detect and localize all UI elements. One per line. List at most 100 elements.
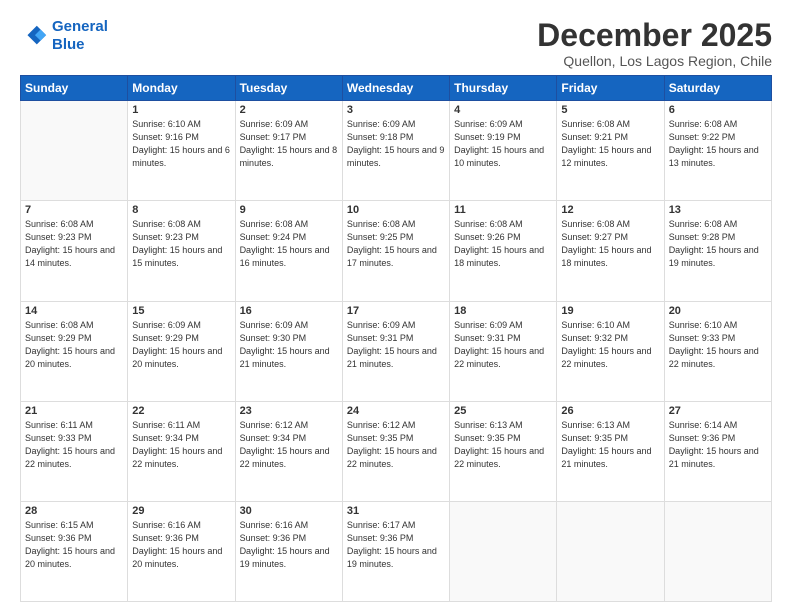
header: General Blue December 2025 Quellon, Los … xyxy=(20,18,772,69)
day-number: 24 xyxy=(347,405,445,417)
day-number: 6 xyxy=(669,104,767,116)
calendar-cell: 9 Sunrise: 6:08 AMSunset: 9:24 PMDaylight… xyxy=(235,201,342,301)
calendar-cell: 27Sunrise: 6:14 AMSunset: 9:36 PMDayligh… xyxy=(664,401,771,501)
calendar-cell xyxy=(450,501,557,601)
cell-info: Sunrise: 6:11 AMSunset: 9:34 PMDaylight:… xyxy=(132,419,230,471)
calendar-cell: 28 Sunrise: 6:15 AMSunset: 9:36 PMDayligh… xyxy=(21,501,128,601)
cell-info: Sunrise: 6:10 AMSunset: 9:32 PMDaylight:… xyxy=(561,319,659,371)
day-number: 2 xyxy=(240,104,338,116)
day-number: 5 xyxy=(561,104,659,116)
calendar-cell: 4Sunrise: 6:09 AMSunset: 9:19 PMDaylight… xyxy=(450,101,557,201)
weekday-header-sunday: Sunday xyxy=(21,76,128,101)
day-number: 10 xyxy=(347,204,445,216)
subtitle: Quellon, Los Lagos Region, Chile xyxy=(537,53,772,69)
day-number: 22 xyxy=(132,405,230,417)
day-number: 16 xyxy=(240,305,338,317)
cell-info: Sunrise: 6:10 AMSunset: 9:33 PMDaylight:… xyxy=(669,319,767,371)
day-number: 29 xyxy=(132,505,230,517)
calendar-cell: 1 Sunrise: 6:10 AMSunset: 9:16 PMDaylight… xyxy=(128,101,235,201)
logo-text: General Blue xyxy=(52,18,108,54)
calendar-cell: 23 Sunrise: 6:12 AMSunset: 9:34 PMDayligh… xyxy=(235,401,342,501)
cell-info: Sunrise: 6:09 AMSunset: 9:29 PMDaylight:… xyxy=(132,319,230,371)
cell-info: Sunrise: 6:08 AMSunset: 9:23 PMDaylight:… xyxy=(132,218,230,270)
day-number: 18 xyxy=(454,305,552,317)
cell-info: Sunrise: 6:09 AMSunset: 9:17 PMDaylight:… xyxy=(240,118,338,170)
calendar-cell xyxy=(557,501,664,601)
calendar-cell: 5 Sunrise: 6:08 AMSunset: 9:21 PMDaylight… xyxy=(557,101,664,201)
cell-info: Sunrise: 6:11 AMSunset: 9:33 PMDaylight:… xyxy=(25,419,123,471)
cell-info: Sunrise: 6:15 AMSunset: 9:36 PMDaylight:… xyxy=(25,519,123,571)
cell-info: Sunrise: 6:17 AMSunset: 9:36 PMDaylight:… xyxy=(347,519,445,571)
cell-info: Sunrise: 6:09 AMSunset: 9:31 PMDaylight:… xyxy=(454,319,552,371)
cell-info: Sunrise: 6:08 AMSunset: 9:26 PMDaylight:… xyxy=(454,218,552,270)
cell-info: Sunrise: 6:08 AMSunset: 9:29 PMDaylight:… xyxy=(25,319,123,371)
day-number: 11 xyxy=(454,204,552,216)
calendar-table: SundayMondayTuesdayWednesdayThursdayFrid… xyxy=(20,75,772,602)
calendar-cell: 7 Sunrise: 6:08 AMSunset: 9:23 PMDaylight… xyxy=(21,201,128,301)
cell-info: Sunrise: 6:08 AMSunset: 9:24 PMDaylight:… xyxy=(240,218,338,270)
calendar-cell: 21 Sunrise: 6:11 AMSunset: 9:33 PMDayligh… xyxy=(21,401,128,501)
calendar-cell: 2 Sunrise: 6:09 AMSunset: 9:17 PMDaylight… xyxy=(235,101,342,201)
calendar-cell: 18 Sunrise: 6:09 AMSunset: 9:31 PMDayligh… xyxy=(450,301,557,401)
day-number: 28 xyxy=(25,505,123,517)
day-number: 20 xyxy=(669,305,767,317)
day-number: 23 xyxy=(240,405,338,417)
calendar-cell: 16 Sunrise: 6:09 AMSunset: 9:30 PMDayligh… xyxy=(235,301,342,401)
calendar-cell: 13 Sunrise: 6:08 AMSunset: 9:28 PMDayligh… xyxy=(664,201,771,301)
cell-info: Sunrise: 6:16 AMSunset: 9:36 PMDaylight:… xyxy=(240,519,338,571)
cell-info: Sunrise: 6:09 AMSunset: 9:19 PMDaylight:… xyxy=(454,118,552,170)
day-number: 25 xyxy=(454,405,552,417)
cell-info: Sunrise: 6:12 AMSunset: 9:34 PMDaylight:… xyxy=(240,419,338,471)
day-number: 19 xyxy=(561,305,659,317)
day-number: 7 xyxy=(25,204,123,216)
calendar-cell: 19 Sunrise: 6:10 AMSunset: 9:32 PMDayligh… xyxy=(557,301,664,401)
day-number: 1 xyxy=(132,104,230,116)
day-number: 26 xyxy=(561,405,659,417)
calendar-cell: 12 Sunrise: 6:08 AMSunset: 9:27 PMDayligh… xyxy=(557,201,664,301)
day-number: 13 xyxy=(669,204,767,216)
weekday-header-friday: Friday xyxy=(557,76,664,101)
day-number: 12 xyxy=(561,204,659,216)
calendar-cell: 30 Sunrise: 6:16 AMSunset: 9:36 PMDayligh… xyxy=(235,501,342,601)
calendar-cell: 17 Sunrise: 6:09 AMSunset: 9:31 PMDayligh… xyxy=(342,301,449,401)
month-title: December 2025 xyxy=(537,18,772,53)
weekday-header-monday: Monday xyxy=(128,76,235,101)
cell-info: Sunrise: 6:08 AMSunset: 9:21 PMDaylight:… xyxy=(561,118,659,170)
cell-info: Sunrise: 6:08 AMSunset: 9:22 PMDaylight:… xyxy=(669,118,767,170)
cell-info: Sunrise: 6:13 AMSunset: 9:35 PMDaylight:… xyxy=(454,419,552,471)
calendar-cell: 24 Sunrise: 6:12 AMSunset: 9:35 PMDayligh… xyxy=(342,401,449,501)
logo-line2: Blue xyxy=(52,36,85,53)
calendar-cell: 31Sunrise: 6:17 AMSunset: 9:36 PMDayligh… xyxy=(342,501,449,601)
calendar-cell: 10 Sunrise: 6:08 AMSunset: 9:25 PMDayligh… xyxy=(342,201,449,301)
calendar-cell: 26 Sunrise: 6:13 AMSunset: 9:35 PMDayligh… xyxy=(557,401,664,501)
cell-info: Sunrise: 6:13 AMSunset: 9:35 PMDaylight:… xyxy=(561,419,659,471)
calendar-cell xyxy=(664,501,771,601)
cell-info: Sunrise: 6:08 AMSunset: 9:28 PMDaylight:… xyxy=(669,218,767,270)
day-number: 8 xyxy=(132,204,230,216)
day-number: 21 xyxy=(25,405,123,417)
cell-info: Sunrise: 6:08 AMSunset: 9:25 PMDaylight:… xyxy=(347,218,445,270)
day-number: 30 xyxy=(240,505,338,517)
weekday-header-wednesday: Wednesday xyxy=(342,76,449,101)
cell-info: Sunrise: 6:10 AMSunset: 9:16 PMDaylight:… xyxy=(132,118,230,170)
weekday-header-thursday: Thursday xyxy=(450,76,557,101)
cell-info: Sunrise: 6:12 AMSunset: 9:35 PMDaylight:… xyxy=(347,419,445,471)
calendar-cell: 8 Sunrise: 6:08 AMSunset: 9:23 PMDaylight… xyxy=(128,201,235,301)
calendar-cell: 14Sunrise: 6:08 AMSunset: 9:29 PMDayligh… xyxy=(21,301,128,401)
calendar-cell: 6 Sunrise: 6:08 AMSunset: 9:22 PMDaylight… xyxy=(664,101,771,201)
calendar-cell: 3Sunrise: 6:09 AMSunset: 9:18 PMDaylight… xyxy=(342,101,449,201)
cell-info: Sunrise: 6:08 AMSunset: 9:27 PMDaylight:… xyxy=(561,218,659,270)
calendar-cell: 20 Sunrise: 6:10 AMSunset: 9:33 PMDayligh… xyxy=(664,301,771,401)
day-number: 3 xyxy=(347,104,445,116)
cell-info: Sunrise: 6:09 AMSunset: 9:31 PMDaylight:… xyxy=(347,319,445,371)
calendar-cell: 29Sunrise: 6:16 AMSunset: 9:36 PMDayligh… xyxy=(128,501,235,601)
day-number: 27 xyxy=(669,405,767,417)
cell-info: Sunrise: 6:08 AMSunset: 9:23 PMDaylight:… xyxy=(25,218,123,270)
cell-info: Sunrise: 6:09 AMSunset: 9:30 PMDaylight:… xyxy=(240,319,338,371)
calendar-cell xyxy=(21,101,128,201)
day-number: 9 xyxy=(240,204,338,216)
calendar-cell: 15 Sunrise: 6:09 AMSunset: 9:29 PMDayligh… xyxy=(128,301,235,401)
day-number: 15 xyxy=(132,305,230,317)
day-number: 17 xyxy=(347,305,445,317)
weekday-header-saturday: Saturday xyxy=(664,76,771,101)
